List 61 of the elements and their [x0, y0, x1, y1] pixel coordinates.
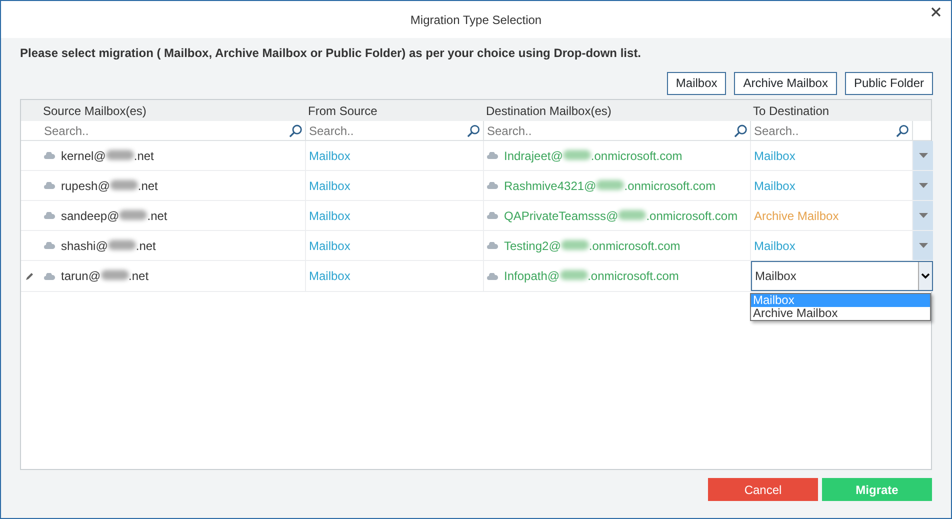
search-field[interactable]: Search..: [487, 122, 734, 140]
mailbox-type-text: Mailbox: [309, 238, 350, 254]
mailbox-type-text: Mailbox: [309, 148, 350, 164]
column-header: From Source: [307, 102, 378, 120]
migration-type-button[interactable]: Mailbox: [666, 72, 726, 95]
migration-type-button[interactable]: Archive Mailbox: [734, 72, 837, 95]
search-field[interactable]: Search..: [309, 122, 468, 140]
cloud-icon: [487, 152, 498, 159]
cloud-icon: [44, 242, 55, 249]
mailbox-type-text: Mailbox: [309, 178, 350, 194]
search-icon[interactable]: [734, 124, 747, 138]
column-header: Destination Mailbox(es): [485, 102, 612, 120]
cloud-icon: [44, 182, 55, 189]
email-text: sandeep@ .net: [61, 208, 168, 224]
destination-type-text: Mailbox: [754, 148, 796, 164]
dropdown-arrow-icon[interactable]: [918, 183, 928, 188]
cloud-icon: [44, 212, 55, 219]
cloud-icon: [44, 272, 55, 280]
column-header: Source Mailbox(es): [42, 102, 148, 120]
destination-type-text: Mailbox: [754, 178, 796, 194]
search-field[interactable]: Search..: [44, 122, 289, 140]
cloud-icon: [487, 242, 498, 249]
search-icon[interactable]: [896, 124, 909, 138]
table-row[interactable]: tarun@ .net Mailbox Infopath@ .onmicrosoft.com Mailbox: [21, 261, 931, 291]
email-text: tarun@ .net: [61, 268, 149, 285]
instruction-text: Please select migration ( Mailbox, Archive Mailbox or Public Folder) as per your choice using Drop-down list.: [19, 45, 642, 62]
dropdown-arrow-icon[interactable]: [918, 153, 928, 158]
dropdown-option[interactable]: Archive Mailbox: [751, 307, 930, 320]
migration-type-button[interactable]: Public Folder: [844, 72, 933, 95]
email-text: rupesh@ .net: [61, 178, 158, 194]
column-header: To Destination: [752, 102, 830, 120]
cloud-icon: [487, 182, 498, 189]
mailbox-type-text: Mailbox: [309, 208, 350, 224]
email-text: shashi@ .net: [61, 238, 156, 254]
destination-type-select[interactable]: Mailbox: [751, 261, 933, 291]
dropdown-arrow-icon[interactable]: [918, 243, 928, 248]
email-text: kernel@ .net: [61, 148, 154, 164]
table-row[interactable]: sandeep@ .net Mailbox QAPrivateTeamsss@ .onmicrosoft.com Archive Mailbox: [21, 201, 931, 231]
chevron-icon: [921, 273, 930, 279]
email-text: QAPrivateTeamsss@ .onmicrosoft.com: [504, 208, 738, 224]
dropdown-arrow-icon[interactable]: [918, 213, 928, 218]
destination-type-text: Archive Mailbox: [754, 208, 839, 224]
email-text: Testing2@ .onmicrosoft.com: [504, 238, 680, 254]
cloud-icon: [44, 152, 55, 159]
pencil-icon: [25, 272, 34, 280]
email-text: Infopath@ .onmicrosoft.com: [504, 268, 679, 285]
cancel-button[interactable]: Cancel: [708, 478, 818, 501]
destination-type-text: Mailbox: [754, 238, 796, 254]
table-row[interactable]: kernel@ .net Mailbox Indrajeet@ .onmicrosoft.com Mailbox: [21, 141, 931, 171]
mailbox-type-text: Mailbox: [309, 268, 350, 285]
search-field[interactable]: Search..: [754, 122, 896, 140]
cloud-icon: [487, 272, 498, 280]
table-row[interactable]: shashi@ .net Mailbox Testing2@ .onmicrosoft.com Mailbox: [21, 231, 931, 261]
search-icon[interactable]: [467, 124, 480, 138]
window-title: Migration Type Selection: [410, 12, 542, 28]
email-text: Indrajeet@ .onmicrosoft.com: [504, 148, 682, 164]
cloud-icon: [487, 212, 498, 219]
search-icon[interactable]: [288, 124, 302, 138]
table-row[interactable]: rupesh@ .net Mailbox Rashmive4321@ .onmicrosoft.com Mailbox: [21, 171, 931, 201]
close-icon[interactable]: [931, 7, 941, 17]
email-text: Rashmive4321@ .onmicrosoft.com: [504, 178, 716, 194]
